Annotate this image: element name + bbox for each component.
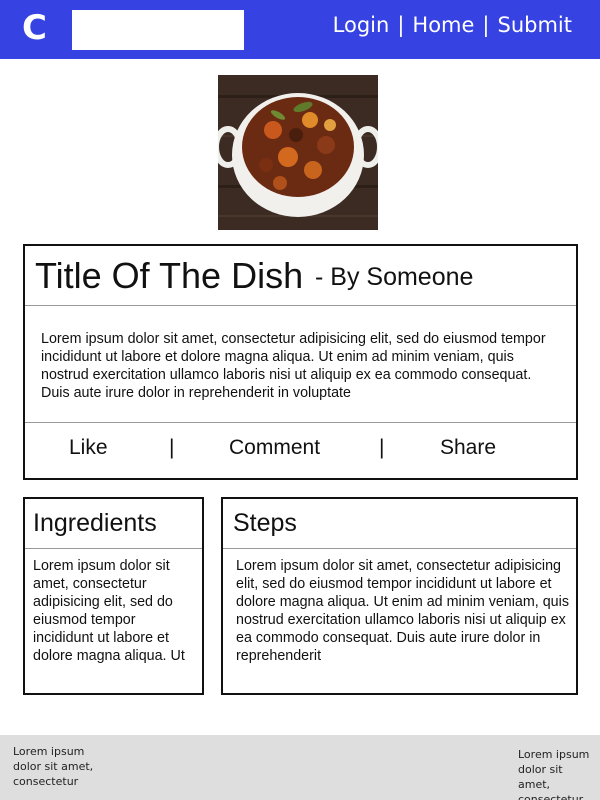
ingredients-text: Lorem ipsum dolor sit amet, consectetur … <box>33 558 185 664</box>
dish-actions: Like | Comment | Share <box>25 422 576 478</box>
nav-separator: | <box>397 13 405 37</box>
action-separator: | <box>169 436 175 459</box>
footer: Lorem ipsum dolor sit amet, consectetur … <box>0 735 600 800</box>
steps-header: Steps <box>223 499 576 549</box>
login-link[interactable]: Login <box>333 13 390 37</box>
nav-links: Login | Home | Submit <box>333 10 572 40</box>
nav-separator: | <box>482 13 490 37</box>
site-logo[interactable]: C <box>22 6 47 50</box>
ingredients-title: Ingredients <box>33 509 157 537</box>
comment-button[interactable]: Comment <box>229 433 320 463</box>
dish-title-row: Title Of The Dish - By Someone <box>25 246 576 306</box>
like-button[interactable]: Like <box>69 433 108 463</box>
share-button[interactable]: Share <box>440 433 496 463</box>
dish-title: Title Of The Dish <box>35 255 304 296</box>
footer-right-text: Lorem ipsum dolor sit amet, consectetur <box>518 748 590 800</box>
steps-panel: Steps Lorem ipsum dolor sit amet, consec… <box>221 497 578 695</box>
dish-photo <box>218 75 378 230</box>
action-separator: | <box>379 436 385 459</box>
dish-author[interactable]: - By Someone <box>315 260 473 294</box>
search-input[interactable] <box>72 10 244 50</box>
ingredients-header: Ingredients <box>25 499 202 549</box>
footer-left-text: Lorem ipsum dolor sit amet, consectetur <box>13 745 94 788</box>
submit-link[interactable]: Submit <box>498 13 573 37</box>
ingredients-panel: Ingredients Lorem ipsum dolor sit amet, … <box>23 497 204 695</box>
steps-title: Steps <box>233 509 297 537</box>
dish-card: Title Of The Dish - By Someone Lorem ips… <box>23 244 578 480</box>
home-link[interactable]: Home <box>412 13 474 37</box>
dish-description: Lorem ipsum dolor sit amet, consectetur … <box>41 331 546 401</box>
top-bar: C Login | Home | Submit <box>0 0 600 59</box>
steps-text: Lorem ipsum dolor sit amet, consectetur … <box>236 558 569 664</box>
